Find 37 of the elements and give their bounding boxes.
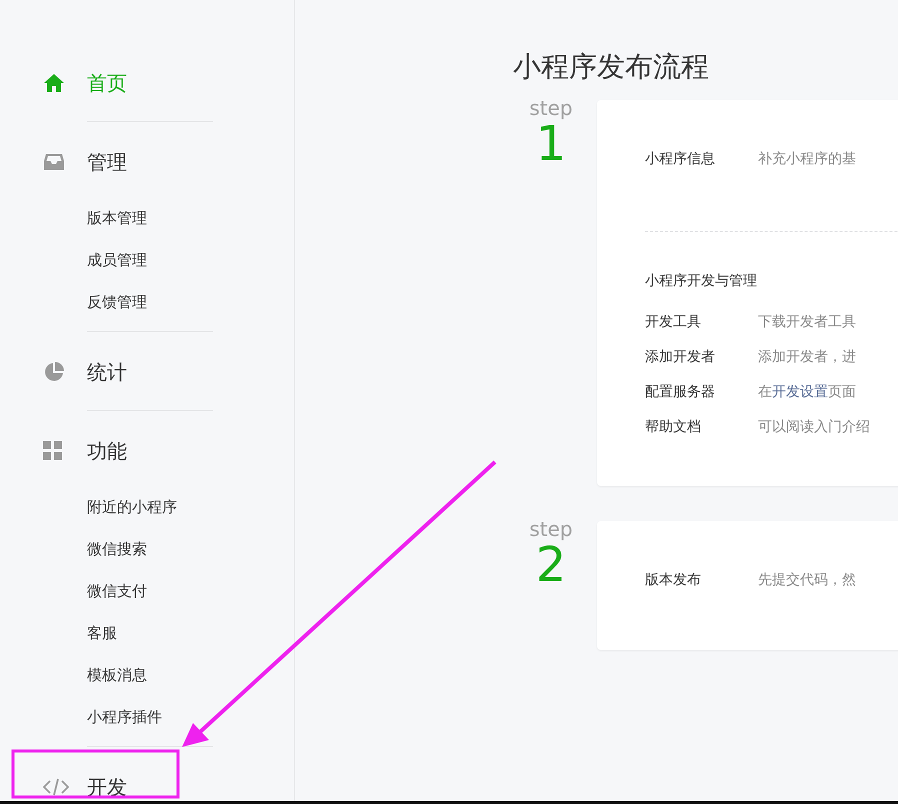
group-heading: 小程序开发与管理 <box>645 272 758 291</box>
step-number: 1 <box>536 120 566 168</box>
row-label: 小程序信息 <box>645 150 716 169</box>
sidebar-subitem[interactable]: 小程序插件 <box>87 696 294 738</box>
row-label: 添加开发者 <box>645 348 716 367</box>
home-icon <box>43 73 65 93</box>
row-label: 配置服务器 <box>645 383 716 402</box>
row-description: 下载开发者工具 <box>758 313 856 332</box>
pie-chart-icon <box>43 361 65 383</box>
row-description: 补充小程序的基 <box>758 150 856 169</box>
sidebar-subitem[interactable]: 微信支付 <box>87 570 294 612</box>
row-label: 帮助文档 <box>645 418 702 437</box>
sidebar-item[interactable]: 管理 <box>0 140 294 184</box>
step-label: step <box>529 517 573 541</box>
sidebar-item[interactable]: 功能 <box>0 429 294 473</box>
sidebar-subitem[interactable]: 微信搜索 <box>87 528 294 570</box>
sidebar-subitem[interactable]: 成员管理 <box>87 239 294 281</box>
sidebar-subitem[interactable]: 反馈管理 <box>87 281 294 323</box>
row-description: 可以阅读入门介绍 <box>758 418 870 437</box>
sidebar-subitem[interactable]: 客服 <box>87 612 294 654</box>
sidebar-item[interactable]: 统计 <box>0 350 294 394</box>
sidebar-item[interactable]: 开发 <box>0 765 294 801</box>
settings-link[interactable]: 开发设置 <box>772 384 828 400</box>
sidebar-subitem[interactable]: 模板消息 <box>87 654 294 696</box>
inbox-icon <box>43 153 65 171</box>
grid-icon <box>43 441 63 461</box>
row-label: 版本发布 <box>645 571 702 590</box>
sidebar-subitem[interactable]: 附近的小程序 <box>87 486 294 528</box>
row-description: 先提交代码，然 <box>758 571 856 590</box>
row-label: 开发工具 <box>645 313 702 332</box>
step-label: step <box>529 96 573 120</box>
code-icon <box>43 778 69 796</box>
row-description: 添加开发者，进 <box>758 348 856 367</box>
row-description: 在开发设置页面 <box>758 383 856 402</box>
page-title: 小程序发布流程 <box>513 49 710 85</box>
step-number: 2 <box>536 541 566 589</box>
sidebar-subitem[interactable]: 版本管理 <box>87 197 294 239</box>
